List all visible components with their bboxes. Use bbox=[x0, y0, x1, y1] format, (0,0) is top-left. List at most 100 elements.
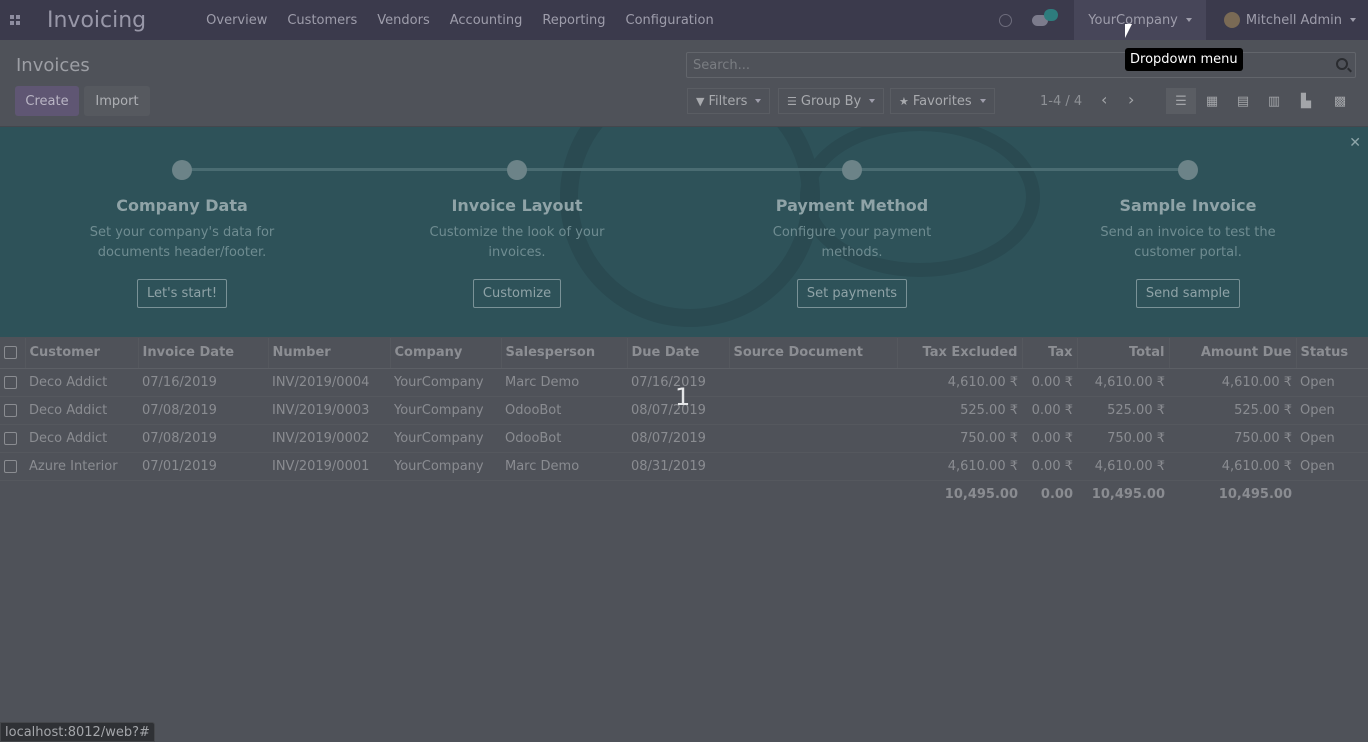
set-payments-button[interactable]: Set payments bbox=[796, 279, 908, 308]
cell-tax: 0.00 ₹ bbox=[1022, 452, 1077, 481]
pivot-view-icon[interactable]: ▥ bbox=[1259, 88, 1289, 114]
user-menu[interactable]: Mitchell Admin bbox=[1206, 0, 1368, 40]
onboarding-step-payment-method: Payment Method Configure your payment me… bbox=[752, 160, 952, 308]
cell-salesperson: Marc Demo bbox=[501, 452, 627, 481]
col-total[interactable]: Total bbox=[1077, 338, 1170, 369]
caret-down-icon bbox=[979, 99, 986, 103]
kanban-view-icon[interactable]: ▦ bbox=[1197, 88, 1227, 114]
star-icon: ★ bbox=[899, 94, 909, 108]
select-all-checkbox[interactable] bbox=[0, 338, 26, 369]
cell-tax-excluded: 4,610.00 ₹ bbox=[897, 452, 1022, 481]
cell-number: INV/2019/0002 bbox=[268, 424, 390, 453]
totals-spacer bbox=[390, 480, 501, 508]
import-button[interactable]: Import bbox=[84, 86, 150, 116]
row-checkbox[interactable] bbox=[0, 424, 25, 453]
group-by-button[interactable]: ☰ Group By bbox=[778, 88, 885, 114]
step-dot bbox=[842, 160, 862, 180]
col-number[interactable]: Number bbox=[268, 338, 391, 369]
col-source-document[interactable]: Source Document bbox=[729, 338, 898, 369]
cell-customer: Azure Interior bbox=[25, 452, 138, 481]
menu-overview[interactable]: Overview bbox=[206, 13, 267, 28]
tooltip: Dropdown menu bbox=[1125, 48, 1243, 71]
menu-configuration[interactable]: Configuration bbox=[626, 13, 714, 28]
caret-down-icon bbox=[1185, 18, 1192, 22]
col-customer[interactable]: Customer bbox=[25, 338, 139, 369]
col-salesperson[interactable]: Salesperson bbox=[501, 338, 628, 369]
customize-button[interactable]: Customize bbox=[472, 279, 562, 308]
search-box bbox=[686, 52, 1356, 78]
cell-tax-excluded: 750.00 ₹ bbox=[897, 424, 1022, 453]
menu-accounting[interactable]: Accounting bbox=[450, 13, 523, 28]
cell-customer: Deco Addict bbox=[25, 424, 138, 453]
col-status[interactable]: Status bbox=[1296, 338, 1368, 369]
cell-invoice-date: 07/08/2019 bbox=[138, 396, 268, 425]
cell-company: YourCompany bbox=[390, 452, 501, 481]
activity-view-icon[interactable]: ▩ bbox=[1325, 88, 1355, 114]
caret-down-icon bbox=[755, 99, 762, 103]
col-tax[interactable]: Tax bbox=[1022, 338, 1078, 369]
total-amount-due: 10,495.00 bbox=[1218, 486, 1292, 502]
col-company[interactable]: Company bbox=[390, 338, 502, 369]
col-due-date[interactable]: Due Date bbox=[627, 338, 730, 369]
table-row[interactable]: Azure Interior 07/01/2019 INV/2019/0001 … bbox=[0, 452, 1368, 481]
onboarding-step-sample-invoice: Sample Invoice Send an invoice to test t… bbox=[1088, 160, 1288, 308]
pager-value[interactable]: 1-4 / 4 bbox=[1040, 94, 1082, 109]
table-totals-row: 10,495.00 0.00 10,495.00 10,495.00 bbox=[0, 480, 1368, 508]
col-invoice-date[interactable]: Invoice Date bbox=[138, 338, 269, 369]
send-sample-button[interactable]: Send sample bbox=[1135, 279, 1241, 308]
apps-menu-icon[interactable] bbox=[0, 0, 30, 40]
row-checkbox[interactable] bbox=[0, 452, 25, 481]
cell-source-document bbox=[729, 368, 897, 397]
row-checkbox[interactable] bbox=[0, 396, 25, 425]
onboarding-step-invoice-layout: Invoice Layout Customize the look of you… bbox=[417, 160, 617, 308]
step-description: Send an invoice to test the customer por… bbox=[1100, 225, 1276, 260]
messaging-icon[interactable] bbox=[1032, 8, 1059, 26]
list-view-icon[interactable]: ☰ bbox=[1166, 88, 1196, 114]
company-switcher[interactable]: YourCompany bbox=[1074, 0, 1206, 40]
total-total: 10,495.00 bbox=[1091, 486, 1165, 502]
col-amount-due[interactable]: Amount Due bbox=[1169, 338, 1297, 369]
cell-invoice-date: 07/01/2019 bbox=[138, 452, 268, 481]
step-title: Company Data bbox=[116, 196, 248, 215]
col-tax-excluded[interactable]: Tax Excluded bbox=[897, 338, 1023, 369]
company-name: YourCompany bbox=[1088, 12, 1178, 28]
menu-customers[interactable]: Customers bbox=[287, 13, 357, 28]
totals-spacer bbox=[627, 480, 729, 508]
mouse-cursor-icon bbox=[1125, 24, 1132, 38]
search-icon[interactable] bbox=[1336, 58, 1348, 70]
activity-clock-icon[interactable] bbox=[999, 13, 1013, 27]
cell-tax-excluded: 525.00 ₹ bbox=[897, 396, 1022, 425]
row-checkbox[interactable] bbox=[0, 368, 25, 397]
cell-amount-due: 750.00 ₹ bbox=[1169, 424, 1296, 453]
menu-vendors[interactable]: Vendors bbox=[377, 13, 429, 28]
filter-icon: ▼ bbox=[696, 94, 705, 108]
cell-due-date: 08/31/2019 bbox=[627, 452, 729, 481]
cell-source-document bbox=[729, 396, 897, 425]
calendar-view-icon[interactable]: ▤ bbox=[1228, 88, 1258, 114]
step-dot bbox=[172, 160, 192, 180]
graph-view-icon[interactable]: ▙ bbox=[1291, 88, 1321, 114]
favorites-button[interactable]: ★ Favorites bbox=[890, 88, 995, 114]
top-navbar: Invoicing Overview Customers Vendors Acc… bbox=[0, 0, 1368, 40]
table-row[interactable]: Deco Addict 07/08/2019 INV/2019/0002 You… bbox=[0, 424, 1368, 453]
close-icon[interactable]: ✕ bbox=[1349, 135, 1361, 151]
cell-tax: 0.00 ₹ bbox=[1022, 424, 1077, 453]
create-button[interactable]: Create bbox=[15, 86, 79, 116]
user-name: Mitchell Admin bbox=[1245, 12, 1342, 28]
cell-customer: Deco Addict bbox=[25, 368, 138, 397]
pager-next-icon[interactable]: › bbox=[1128, 90, 1134, 109]
menu-reporting[interactable]: Reporting bbox=[542, 13, 605, 28]
cell-company: YourCompany bbox=[390, 368, 501, 397]
cell-source-document bbox=[729, 452, 897, 481]
pager-previous-icon[interactable]: ‹ bbox=[1101, 90, 1107, 109]
lets-start-button[interactable]: Let's start! bbox=[136, 279, 228, 308]
avatar bbox=[1223, 12, 1240, 28]
cell-tax-excluded: 4,610.00 ₹ bbox=[897, 368, 1022, 397]
totals-spacer bbox=[138, 480, 268, 508]
group-by-label: Group By bbox=[800, 93, 862, 109]
cell-status: Open bbox=[1296, 424, 1368, 453]
filters-button[interactable]: ▼ Filters bbox=[687, 88, 771, 114]
cell-amount-due: 525.00 ₹ bbox=[1169, 396, 1296, 425]
cell-amount-due: 4,610.00 ₹ bbox=[1169, 452, 1296, 481]
cell-total: 4,610.00 ₹ bbox=[1077, 368, 1169, 397]
